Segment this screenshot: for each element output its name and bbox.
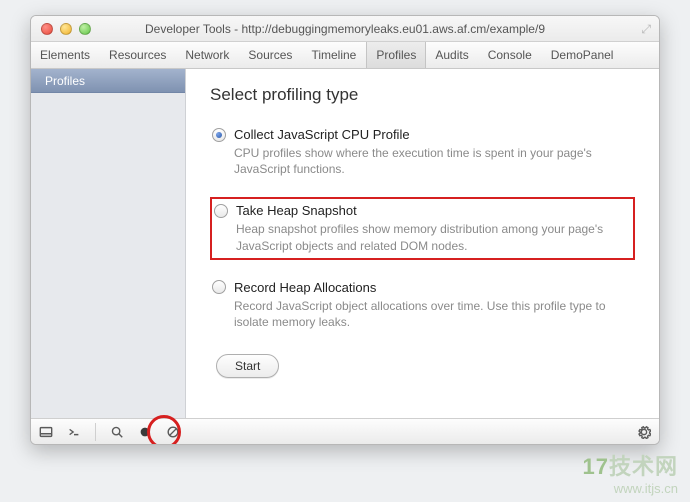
option-desc: Heap snapshot profiles show memory distr… [236, 221, 631, 253]
option-label: Take Heap Snapshot [236, 203, 357, 218]
tab-network[interactable]: Network [176, 42, 239, 68]
tab-resources[interactable]: Resources [100, 42, 176, 68]
radio-heap-snapshot[interactable] [214, 204, 228, 218]
watermark: 17技术网 www.itjs.cn [583, 449, 679, 496]
zoom-icon[interactable] [79, 23, 91, 35]
radio-heap-allocations[interactable] [212, 280, 226, 294]
radio-cpu-profile[interactable] [212, 128, 226, 142]
divider [95, 423, 96, 441]
search-icon[interactable] [110, 425, 124, 439]
option-label: Record Heap Allocations [234, 280, 376, 295]
close-icon[interactable] [41, 23, 53, 35]
tab-sources[interactable]: Sources [239, 42, 302, 68]
start-button[interactable]: Start [216, 354, 279, 378]
main-panel: Select profiling type Collect JavaScript… [186, 69, 659, 418]
option-heap-snapshot[interactable]: Take Heap Snapshot Heap snapshot profile… [210, 197, 635, 259]
tabs-toolbar: Elements Resources Network Sources Timel… [31, 42, 659, 69]
option-desc: Record JavaScript object allocations ove… [234, 298, 633, 330]
tab-timeline[interactable]: Timeline [302, 42, 366, 68]
body: Profiles Select profiling type Collect J… [31, 69, 659, 418]
tab-elements[interactable]: Elements [31, 42, 100, 68]
option-heap-allocations[interactable]: Record Heap Allocations Record JavaScrip… [210, 276, 635, 334]
minimize-icon[interactable] [60, 23, 72, 35]
statusbar [31, 418, 659, 444]
watermark-url: www.itjs.cn [583, 481, 679, 496]
tab-demopanel[interactable]: DemoPanel [542, 42, 624, 68]
sidebar: Profiles [31, 69, 186, 418]
option-label: Collect JavaScript CPU Profile [234, 127, 410, 142]
console-icon[interactable] [67, 425, 81, 439]
sidebar-header: Profiles [31, 69, 185, 93]
option-desc: CPU profiles show where the execution ti… [234, 145, 633, 177]
option-cpu-profile[interactable]: Collect JavaScript CPU Profile CPU profi… [210, 123, 635, 181]
watermark-suffix: 技术网 [609, 454, 678, 479]
clear-icon[interactable] [166, 425, 180, 439]
window-title: Developer Tools - http://debuggingmemory… [31, 22, 659, 36]
gear-icon[interactable] [637, 425, 651, 439]
page-title: Select profiling type [210, 85, 635, 105]
watermark-prefix: 17 [583, 454, 609, 479]
tab-audits[interactable]: Audits [426, 42, 478, 68]
titlebar: Developer Tools - http://debuggingmemory… [31, 16, 659, 42]
devtools-window: Developer Tools - http://debuggingmemory… [30, 15, 660, 445]
fullscreen-icon[interactable]: ⤢ [641, 22, 651, 37]
traffic-lights [31, 23, 91, 35]
record-icon[interactable] [138, 425, 152, 439]
dock-icon[interactable] [39, 425, 53, 439]
tab-profiles[interactable]: Profiles [366, 42, 426, 68]
tab-console[interactable]: Console [479, 42, 542, 68]
